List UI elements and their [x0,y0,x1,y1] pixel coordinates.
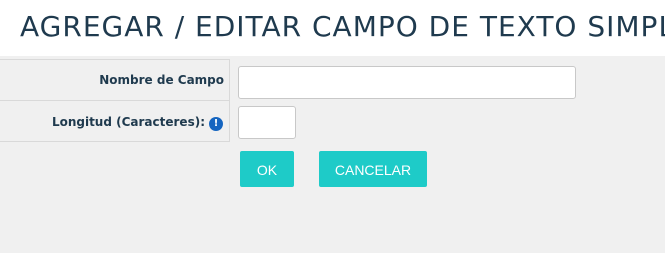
field-name-label: Nombre de Campo [99,73,224,87]
length-label: Longitud (Caracteres): [52,115,223,129]
length-row: Longitud (Caracteres): ! [0,100,665,142]
field-name-row: Nombre de Campo [0,59,665,100]
page-title: AGREGAR / EDITAR CAMPO DE TEXTO SIMPLE [20,10,665,43]
field-name-label-cell: Nombre de Campo [0,59,230,100]
form-panel: Nombre de Campo Longitud (Caracteres): !… [0,56,665,253]
length-label-text: Longitud (Caracteres): [51,115,205,129]
ok-button[interactable]: OK [240,151,294,187]
length-input[interactable] [238,106,296,139]
field-name-input[interactable] [238,66,576,99]
length-label-cell: Longitud (Caracteres): ! [0,100,230,142]
title-bar: AGREGAR / EDITAR CAMPO DE TEXTO SIMPLE [0,0,665,56]
info-icon[interactable]: ! [209,117,223,131]
cancel-button[interactable]: CANCELAR [319,151,427,187]
